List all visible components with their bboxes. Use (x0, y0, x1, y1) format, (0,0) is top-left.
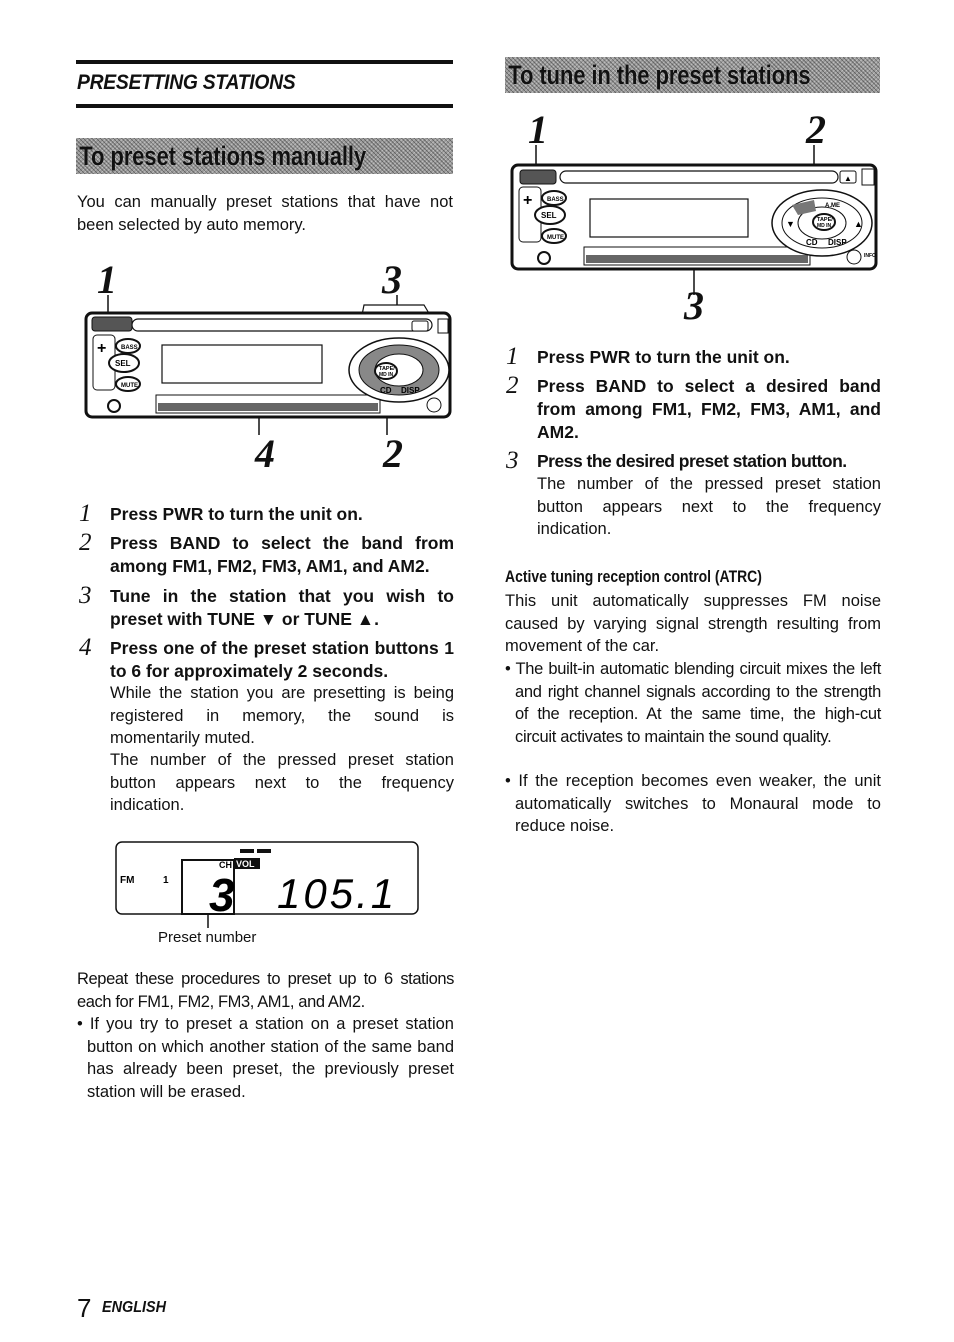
svg-text:DISP: DISP (401, 386, 420, 395)
right-step-2-text: Press BAND to select a desired band from… (537, 376, 881, 442)
step-1-text: Press PWR to turn the unit on. (110, 504, 363, 524)
callout-1-right: 1 (528, 107, 548, 152)
vol-label: VOL (236, 859, 255, 869)
step-2-number: 2 (79, 529, 92, 556)
intro-text: You can manually preset stations that ha… (77, 193, 453, 234)
svg-text:▲: ▲ (844, 174, 852, 183)
preset-number-caption: Preset number (158, 929, 257, 946)
right-step-2-number: 2 (506, 372, 519, 399)
page-number: 7 (77, 1293, 92, 1323)
step-3-text: Tune in the station that you wish to pre… (110, 586, 454, 629)
callout-2-right: 2 (806, 107, 826, 152)
right-step-3-text: Press the desired preset station button. (537, 451, 847, 471)
svg-text:BASS: BASS (547, 197, 564, 203)
atrc-bullet-1: • The built-in automatic blending circui… (505, 660, 881, 746)
bullet-dot: • (77, 1015, 90, 1033)
callout-4: 4 (255, 431, 275, 476)
step-2-text: Press BAND to select the band from among… (110, 533, 454, 576)
banner-preset-manually: To preset stations manually (76, 138, 453, 174)
svg-text:+: + (523, 192, 532, 209)
repeat-text: Repeat these procedures to preset up to … (77, 970, 454, 1011)
svg-text:DISP: DISP (828, 238, 847, 247)
banner-text: To tune in the preset stations (508, 60, 811, 90)
band-label: FM (120, 875, 134, 886)
callout-3: 3 (382, 257, 402, 302)
section-title: PRESETTING STATIONS (77, 71, 296, 94)
car-stereo-illustration-left: + BASS SEL MUTE TAPE/ MD IN CD DISP (84, 295, 452, 435)
title-rule-top (76, 60, 453, 64)
step-4-text: Press one of the preset station buttons … (110, 638, 454, 681)
atrc-bullet-2: • If the reception becomes even weaker, … (505, 772, 881, 836)
step-4-note-2: The number of the pressed preset station… (110, 751, 454, 815)
step-1-number: 1 (79, 500, 92, 527)
right-step-1-text: Press PWR to turn the unit on. (537, 347, 790, 367)
svg-text:MUTE: MUTE (547, 235, 564, 241)
svg-text:▼: ▼ (786, 219, 795, 229)
svg-text:MD IN: MD IN (817, 223, 832, 229)
step-4-note-1: While the station you are presetting is … (110, 684, 454, 748)
title-rule-bottom (76, 104, 453, 108)
banner-text: To preset stations manually (79, 141, 367, 171)
right-step-1-number: 1 (506, 343, 519, 370)
preset-digit: 3 (209, 869, 235, 921)
svg-text:CD: CD (380, 386, 392, 395)
svg-text:BASS: BASS (121, 345, 138, 351)
atrc-body: This unit automatically suppresses FM no… (505, 592, 881, 656)
svg-text:MUTE: MUTE (121, 383, 138, 389)
svg-text:CD: CD (806, 238, 818, 247)
step-4-number: 4 (79, 634, 92, 661)
svg-text:SEL: SEL (115, 359, 131, 368)
svg-text:+: + (97, 340, 106, 357)
band-number: 1 (163, 875, 169, 886)
step-3-number: 3 (79, 582, 92, 609)
svg-text:▲: ▲ (854, 219, 863, 229)
svg-text:MD IN: MD IN (379, 372, 394, 378)
callout-1: 1 (97, 257, 117, 302)
callout-2: 2 (383, 431, 403, 476)
svg-text:SEL: SEL (541, 211, 557, 220)
right-step-3-note: The number of the pressed preset station… (537, 475, 881, 539)
bullet-erase-warning: • If you try to preset a station on a pr… (77, 1015, 454, 1101)
atrc-heading: Active tuning reception control (ATRC) (505, 567, 762, 586)
right-step-3-number: 3 (506, 447, 519, 474)
frequency-readout: 105.1 (277, 870, 397, 917)
svg-text:A.ME: A.ME (825, 203, 840, 209)
svg-text:INFO: INFO (864, 253, 876, 259)
footer-language: ENGLISH (102, 1299, 167, 1316)
car-stereo-illustration-right: ▲ + BASS SEL MUTE TAPE/ MD IN ▼ ▲ A.ME C… (510, 145, 878, 295)
banner-tune-preset: To tune in the preset stations (505, 57, 880, 93)
